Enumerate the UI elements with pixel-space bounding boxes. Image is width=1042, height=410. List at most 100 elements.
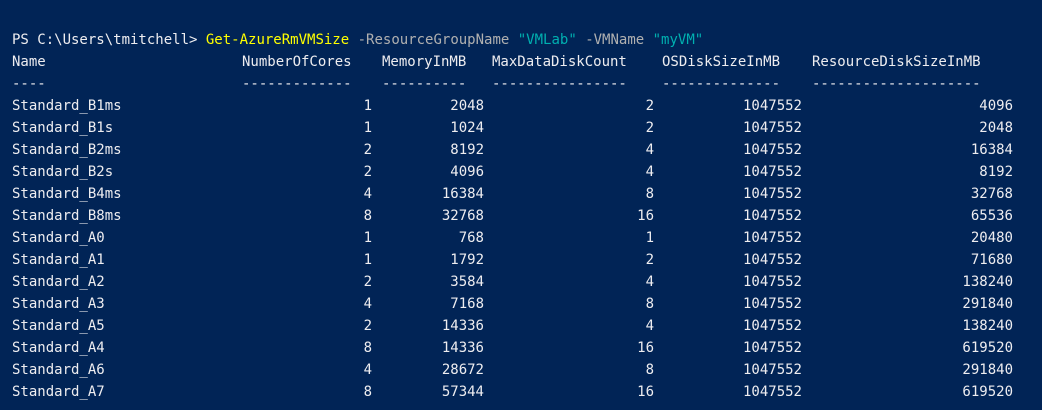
cell-cores: 4 <box>363 362 372 378</box>
header-memory: MemoryInMB <box>382 54 467 70</box>
cell-cores: 1 <box>363 98 372 114</box>
cell-memory: 8192 <box>450 142 484 158</box>
cell-resource-disk: 20480 <box>970 230 1013 246</box>
cell-cores: 2 <box>363 142 372 158</box>
header-cores: NumberOfCores <box>242 54 352 70</box>
table-row: Standard_B8ms 8 32768 16 1047552 65536 <box>0 205 1042 227</box>
cell-resource-disk: 291840 <box>962 296 1013 312</box>
cell-memory: 768 <box>458 230 484 246</box>
cell-resource-disk: 4096 <box>979 98 1013 114</box>
cell-cores: 2 <box>363 164 372 180</box>
cell-resource-disk: 619520 <box>962 340 1013 356</box>
cell-cores: 1 <box>363 230 372 246</box>
table-row: Standard_A3 4 7168 8 1047552 291840 <box>0 293 1042 315</box>
powershell-terminal[interactable]: PS C:\Users\tmitchell> Get-AzureRmVMSize… <box>0 0 1042 410</box>
cell-memory: 14336 <box>441 340 484 356</box>
cell-name: Standard_B8ms <box>12 208 122 224</box>
cell-os-disk: 1047552 <box>742 120 802 136</box>
cell-memory: 3584 <box>450 274 484 290</box>
cell-resource-disk: 138240 <box>962 318 1013 334</box>
table-row: Standard_A6 4 28672 8 1047552 291840 <box>0 359 1042 381</box>
cell-max-disk: 8 <box>645 362 654 378</box>
table-body: Standard_B1ms 1 2048 2 1047552 4096 Standard_B… <box>0 95 1042 403</box>
cell-name: Standard_B4ms <box>12 186 122 202</box>
cell-os-disk: 1047552 <box>742 296 802 312</box>
cell-cores: 1 <box>363 120 372 136</box>
cell-resource-disk: 2048 <box>979 120 1013 136</box>
cell-cores: 8 <box>363 384 372 400</box>
cell-os-disk: 1047552 <box>742 362 802 378</box>
cell-os-disk: 1047552 <box>742 252 802 268</box>
header-name: Name <box>12 54 46 70</box>
cell-max-disk: 16 <box>637 208 654 224</box>
cell-max-disk: 2 <box>645 98 654 114</box>
cell-memory: 1792 <box>450 252 484 268</box>
table-header-underline: ---- ------------- ---------- ----------… <box>0 73 1042 95</box>
dash-memory: ---------- <box>382 76 467 92</box>
cell-memory: 2048 <box>450 98 484 114</box>
table-row: Standard_B4ms 4 16384 8 1047552 32768 <box>0 183 1042 205</box>
cell-max-disk: 8 <box>645 296 654 312</box>
cell-max-disk: 4 <box>645 274 654 290</box>
cell-cores: 1 <box>363 252 372 268</box>
cell-name: Standard_B2s <box>12 164 114 180</box>
cell-memory: 57344 <box>441 384 484 400</box>
cell-resource-disk: 16384 <box>970 142 1013 158</box>
cell-resource-disk: 8192 <box>979 164 1013 180</box>
dash-cores: ------------- <box>242 76 352 92</box>
table-row: Standard_A2 2 3584 4 1047552 138240 <box>0 271 1042 293</box>
dash-resource-disk: -------------------- <box>812 76 981 92</box>
cell-max-disk: 4 <box>645 164 654 180</box>
header-resource-disk: ResourceDiskSizeInMB <box>812 54 981 70</box>
cell-max-disk: 16 <box>637 384 654 400</box>
cell-name: Standard_A6 <box>12 362 105 378</box>
cell-os-disk: 1047552 <box>742 164 802 180</box>
cell-max-disk: 2 <box>645 120 654 136</box>
cell-name: Standard_A7 <box>12 384 105 400</box>
cell-resource-disk: 619520 <box>962 384 1013 400</box>
cell-os-disk: 1047552 <box>742 274 802 290</box>
table-row: Standard_A4 8 14336 16 1047552 619520 <box>0 337 1042 359</box>
cell-name: Standard_A4 <box>12 340 105 356</box>
cell-memory: 14336 <box>441 318 484 334</box>
table-row: Standard_B1ms 1 2048 2 1047552 4096 <box>0 95 1042 117</box>
cell-memory: 4096 <box>450 164 484 180</box>
table-header: Name NumberOfCores MemoryInMB MaxDataDis… <box>0 51 1042 73</box>
cell-os-disk: 1047552 <box>742 142 802 158</box>
cell-memory: 7168 <box>450 296 484 312</box>
cell-resource-disk: 65536 <box>970 208 1013 224</box>
cell-max-disk: 4 <box>645 318 654 334</box>
table-row: Standard_B2ms 2 8192 4 1047552 16384 <box>0 139 1042 161</box>
table-row: Standard_B2s 2 4096 4 1047552 8192 <box>0 161 1042 183</box>
cell-max-disk: 2 <box>645 252 654 268</box>
cell-memory: 32768 <box>441 208 484 224</box>
cell-os-disk: 1047552 <box>742 384 802 400</box>
cell-max-disk: 16 <box>637 340 654 356</box>
cell-name: Standard_A3 <box>12 296 105 312</box>
table-row: Standard_A7 8 57344 16 1047552 619520 <box>0 381 1042 403</box>
cell-max-disk: 4 <box>645 142 654 158</box>
cell-cores: 2 <box>363 318 372 334</box>
cell-cores: 4 <box>363 296 372 312</box>
cell-name: Standard_A2 <box>12 274 105 290</box>
cell-name: Standard_B2ms <box>12 142 122 158</box>
dash-max-disk: ---------------- <box>492 76 627 92</box>
table-row: Standard_A1 1 1792 2 1047552 71680 <box>0 249 1042 271</box>
cell-os-disk: 1047552 <box>742 208 802 224</box>
cell-os-disk: 1047552 <box>742 98 802 114</box>
cell-os-disk: 1047552 <box>742 186 802 202</box>
cell-cores: 4 <box>363 186 372 202</box>
cell-resource-disk: 32768 <box>970 186 1013 202</box>
cell-os-disk: 1047552 <box>742 340 802 356</box>
cell-cores: 8 <box>363 208 372 224</box>
cell-resource-disk: 291840 <box>962 362 1013 378</box>
header-os-disk: OSDiskSizeInMB <box>662 54 781 70</box>
prompt-line: PS C:\Users\tmitchell> Get-AzureRmVMSize… <box>0 7 1042 48</box>
cell-cores: 2 <box>363 274 372 290</box>
cell-os-disk: 1047552 <box>742 230 802 246</box>
cell-memory: 16384 <box>441 186 484 202</box>
header-max-disk: MaxDataDiskCount <box>492 54 627 70</box>
cell-memory: 1024 <box>450 120 484 136</box>
cell-name: Standard_A1 <box>12 252 105 268</box>
